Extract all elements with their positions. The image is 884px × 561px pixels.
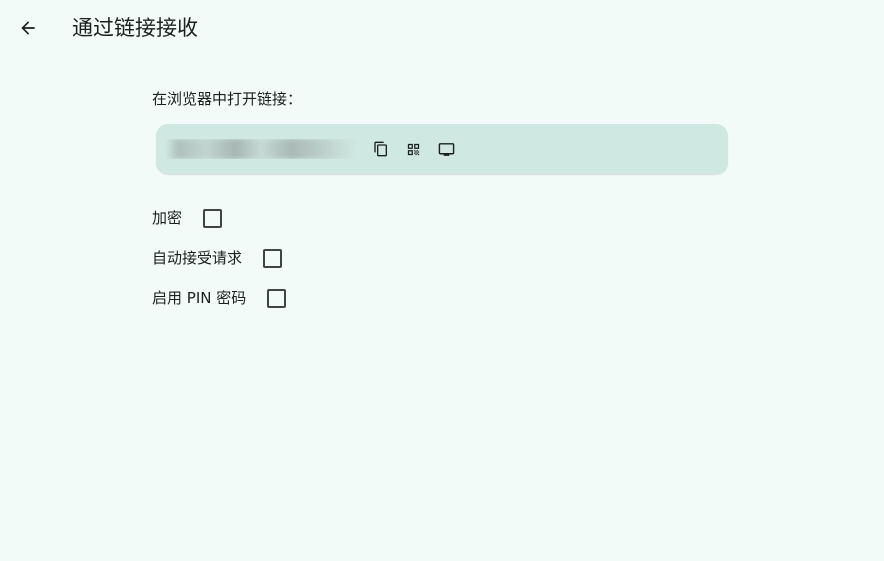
arrow-left-icon — [21, 21, 35, 35]
screen-icon — [438, 142, 454, 156]
back-button[interactable] — [12, 12, 44, 44]
top-app-bar: 通过链接接收 — [0, 0, 884, 56]
auto-accept-checkbox[interactable] — [263, 248, 283, 268]
auto-accept-label: 自动接受请求 — [152, 249, 243, 267]
qr-code-button[interactable] — [402, 138, 424, 160]
copy-button[interactable] — [370, 138, 392, 160]
open-link-label: 在浏览器中打开链接： — [152, 90, 303, 108]
redacted-url — [166, 139, 356, 159]
copy-icon — [374, 141, 387, 157]
show-on-screen-button[interactable] — [435, 138, 457, 160]
encryption-checkbox[interactable] — [203, 208, 223, 228]
page-title: 通过链接接收 — [72, 16, 198, 40]
pin-checkbox[interactable] — [267, 288, 287, 308]
encryption-label: 加密 — [152, 209, 183, 227]
option-auto-accept: 自动接受请求 — [152, 246, 283, 270]
pin-label: 启用 PIN 密码 — [152, 289, 247, 307]
link-url[interactable] — [166, 139, 356, 159]
link-card — [156, 124, 728, 174]
qr-code-icon — [407, 143, 419, 155]
option-encryption: 加密 — [152, 206, 223, 230]
option-pin: 启用 PIN 密码 — [152, 286, 287, 310]
